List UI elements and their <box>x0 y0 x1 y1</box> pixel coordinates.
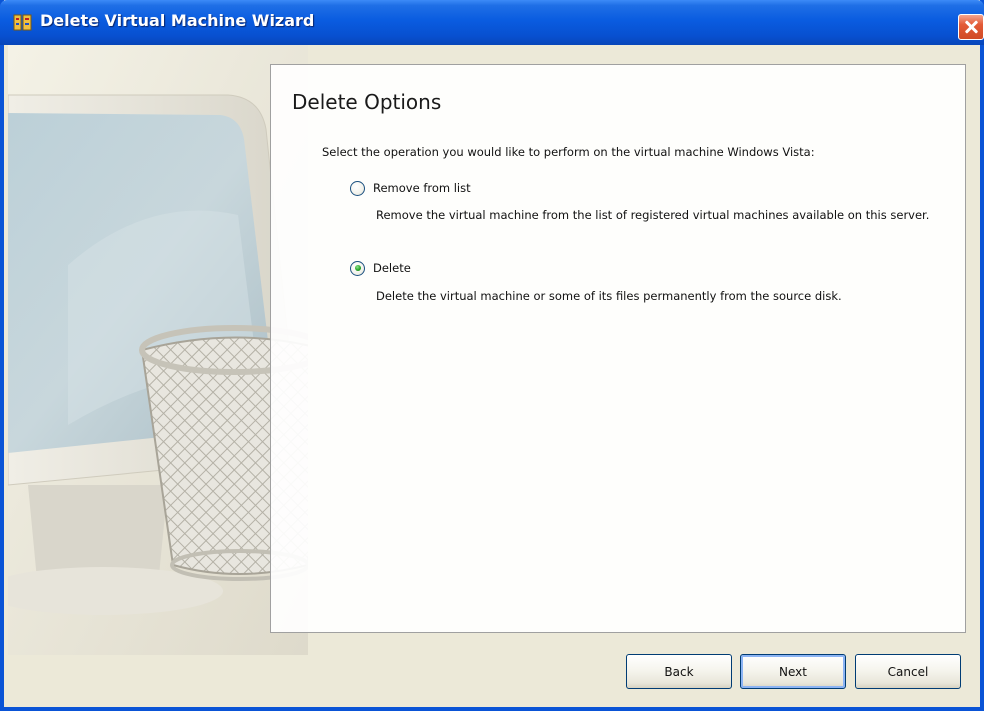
remove-from-list-description: Remove the virtual machine from the list… <box>376 208 930 222</box>
cancel-button[interactable]: Cancel <box>855 654 961 689</box>
window-title: Delete Virtual Machine Wizard <box>40 11 315 30</box>
option-remove-from-list[interactable]: Remove from list <box>350 179 471 197</box>
next-button[interactable]: Next <box>740 654 846 689</box>
options-panel: Delete Options Select the operation you … <box>270 64 966 633</box>
remove-from-list-radio[interactable] <box>350 180 365 196</box>
close-icon[interactable] <box>958 14 984 40</box>
title-bar[interactable]: Delete Virtual Machine Wizard <box>0 0 984 45</box>
delete-description: Delete the virtual machine or some of it… <box>376 289 842 303</box>
remove-from-list-label[interactable]: Remove from list <box>373 181 471 195</box>
delete-label[interactable]: Delete <box>373 261 411 275</box>
instruction-text: Select the operation you would like to p… <box>322 145 815 159</box>
back-button[interactable]: Back <box>626 654 732 689</box>
option-delete[interactable]: Delete <box>350 259 411 277</box>
vm-wizard-icon <box>13 14 32 31</box>
wizard-window: Delete Virtual Machine Wizard Delete Opt… <box>0 0 984 711</box>
wizard-side-illustration <box>8 45 308 655</box>
page-title: Delete Options <box>292 90 442 114</box>
delete-radio[interactable] <box>350 260 365 276</box>
